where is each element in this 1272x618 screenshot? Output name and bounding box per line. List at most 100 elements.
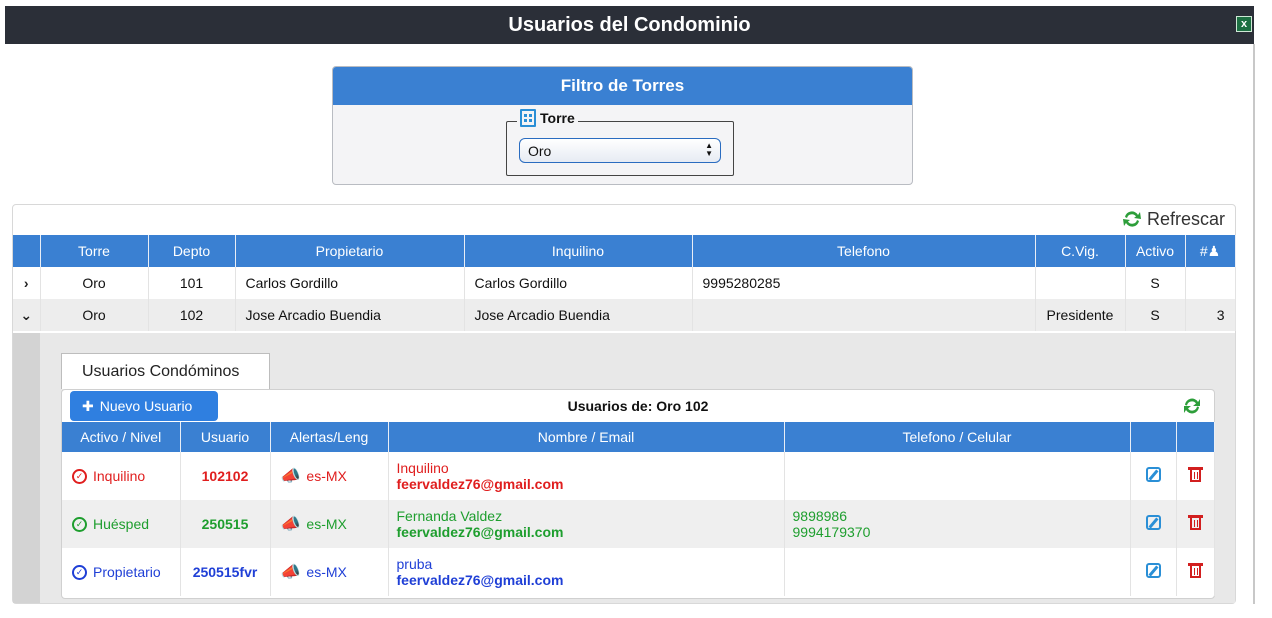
table-row[interactable]: ⌄ Oro 102 Jose Arcadio Buendia Jose Arca… — [13, 299, 1236, 331]
units-panel: Refrescar Torre Depto Propietario Inquil… — [12, 204, 1236, 604]
units-table: Torre Depto Propietario Inquilino Telefo… — [13, 235, 1236, 331]
cell-telefono — [784, 548, 1131, 596]
users-subpanel: ✚ Nuevo Usuario Usuarios de: Oro 102 Act… — [61, 389, 1215, 599]
trash-icon[interactable] — [1187, 563, 1203, 578]
cell-alertas: 📣 es-MX — [270, 500, 389, 548]
nivel-label: Huésped — [93, 516, 150, 532]
tab-usuarios-condominos[interactable]: Usuarios Condóminos — [61, 353, 270, 389]
user-row-inquilino[interactable]: ✓ Inquilino 102102 📣 es-MX Inquilino feerva… — [62, 452, 1215, 500]
col-torre[interactable]: Torre — [40, 235, 149, 267]
user-row-propietario[interactable]: ✓ Propietario 250515fvr 📣 es-MX pruba feerv… — [62, 548, 1215, 596]
user-row-huesped[interactable]: ✓ Huésped 250515 📣 es-MX Fernanda Valdez fe… — [62, 500, 1215, 548]
nivel-label: Inquilino — [93, 468, 146, 484]
check-circle-icon: ✓ — [72, 516, 87, 532]
cell-usuario: 102102 — [180, 452, 271, 500]
user-name: Fernanda Valdez — [396, 508, 503, 524]
user-phone: 9898986 — [792, 508, 848, 524]
refresh-label: Refrescar — [1146, 208, 1225, 229]
cell-activo: S — [1125, 299, 1186, 331]
expander-header — [13, 235, 41, 267]
cell-delete — [1176, 548, 1215, 596]
cell-alertas: 📣 es-MX — [270, 548, 389, 596]
col-nombre-email[interactable]: Nombre / Email — [388, 422, 785, 452]
tower-filter-panel: Filtro de Torres Torre Oro ▲ ▼ — [332, 66, 913, 185]
table-row[interactable]: › Oro 101 Carlos Gordillo Carlos Gordill… — [13, 267, 1236, 299]
cell-edit — [1130, 452, 1177, 500]
cell-delete — [1176, 452, 1215, 500]
sync-icon[interactable] — [1182, 396, 1202, 416]
col-usuario[interactable]: Usuario — [180, 422, 271, 452]
collapse-icon[interactable]: ⌄ — [13, 299, 41, 331]
cell-nivel: ✓ Propietario — [62, 548, 181, 596]
col-count[interactable]: #♟ — [1185, 235, 1236, 267]
tower-label: Torre — [540, 110, 575, 126]
cell-nivel: ✓ Inquilino — [62, 452, 181, 500]
cell-delete — [1176, 500, 1215, 548]
cell-edit — [1130, 548, 1177, 596]
cell-cvig — [1035, 267, 1126, 299]
edit-icon[interactable] — [1145, 563, 1161, 578]
check-circle-icon: ✓ — [72, 468, 87, 484]
title-bar: Usuarios del Condominio x — [5, 6, 1254, 44]
excel-export-icon[interactable]: x — [1236, 16, 1252, 32]
col-inquilino[interactable]: Inquilino — [464, 235, 693, 267]
users-subtitle: Usuarios de: Oro 102 — [567, 398, 709, 414]
col-telefono-celular[interactable]: Telefono / Celular — [784, 422, 1131, 452]
edit-icon[interactable] — [1145, 467, 1161, 482]
megaphone-icon: 📣 — [280, 564, 301, 581]
edit-icon[interactable] — [1145, 515, 1161, 530]
cell-activo: S — [1125, 267, 1186, 299]
refresh-icon — [1122, 211, 1141, 227]
cell-telefono — [692, 299, 1036, 331]
col-activo[interactable]: Activo — [1125, 235, 1186, 267]
col-edit — [1130, 422, 1177, 452]
cell-inquilino: Jose Arcadio Buendia — [464, 299, 693, 331]
lang-label: es-MX — [306, 516, 347, 532]
cell-count — [1185, 267, 1236, 299]
col-activo-nivel[interactable]: Activo / Nivel — [62, 422, 181, 452]
tower-fieldset: Torre Oro ▲ ▼ — [506, 109, 734, 176]
trash-icon[interactable] — [1187, 467, 1203, 482]
expand-icon[interactable]: › — [13, 267, 41, 299]
users-header-row: Activo / Nivel Usuario Alertas/Leng Nomb… — [62, 422, 1215, 452]
units-header-row: Torre Depto Propietario Inquilino Telefo… — [13, 235, 1236, 267]
check-circle-icon: ✓ — [72, 564, 87, 580]
lang-label: es-MX — [306, 564, 347, 580]
col-depto[interactable]: Depto — [148, 235, 236, 267]
cell-telefono: 9995280285 — [692, 267, 1036, 299]
cell-cvig: Presidente — [1035, 299, 1126, 331]
tower-select[interactable]: Oro ▲ ▼ — [519, 138, 721, 163]
units-table-wrapper: Torre Depto Propietario Inquilino Telefo… — [13, 235, 1236, 331]
cell-edit — [1130, 500, 1177, 548]
cell-count: 3 — [1185, 299, 1236, 331]
col-propietario[interactable]: Propietario — [235, 235, 465, 267]
col-alertas-leng[interactable]: Alertas/Leng — [270, 422, 389, 452]
user-mobile: 9994179370 — [792, 524, 871, 540]
lang-label: es-MX — [306, 468, 347, 484]
cell-usuario: 250515fvr — [180, 548, 271, 596]
page-title: Usuarios del Condominio — [508, 13, 751, 36]
cell-telefono: 9898986 9994179370 — [784, 500, 1131, 548]
nivel-label: Propietario — [93, 564, 161, 580]
user-name: Inquilino — [396, 460, 449, 476]
cell-torre: Oro — [40, 267, 149, 299]
megaphone-icon: 📣 — [280, 468, 301, 485]
scrollbar-track[interactable] — [1253, 44, 1255, 604]
tower-select-value: Oro — [528, 142, 552, 159]
filter-title: Filtro de Torres — [333, 67, 912, 105]
cell-nombre-email: pruba feervaldez76@gmail.com — [388, 548, 785, 596]
col-count-label: # — [1199, 242, 1208, 259]
tower-legend: Torre — [517, 109, 578, 127]
megaphone-icon: 📣 — [280, 516, 301, 533]
refresh-button[interactable]: Refrescar — [1121, 208, 1225, 230]
col-cvig[interactable]: C.Vig. — [1035, 235, 1126, 267]
users-table: Activo / Nivel Usuario Alertas/Leng Nomb… — [62, 422, 1215, 596]
cell-nombre-email: Inquilino feervaldez76@gmail.com — [388, 452, 785, 500]
detail-gutter — [13, 333, 40, 603]
user-email: feervaldez76@gmail.com — [396, 572, 564, 588]
trash-icon[interactable] — [1187, 515, 1203, 530]
col-delete — [1176, 422, 1215, 452]
col-telefono[interactable]: Telefono — [692, 235, 1036, 267]
building-icon — [520, 109, 536, 127]
cell-inquilino: Carlos Gordillo — [464, 267, 693, 299]
